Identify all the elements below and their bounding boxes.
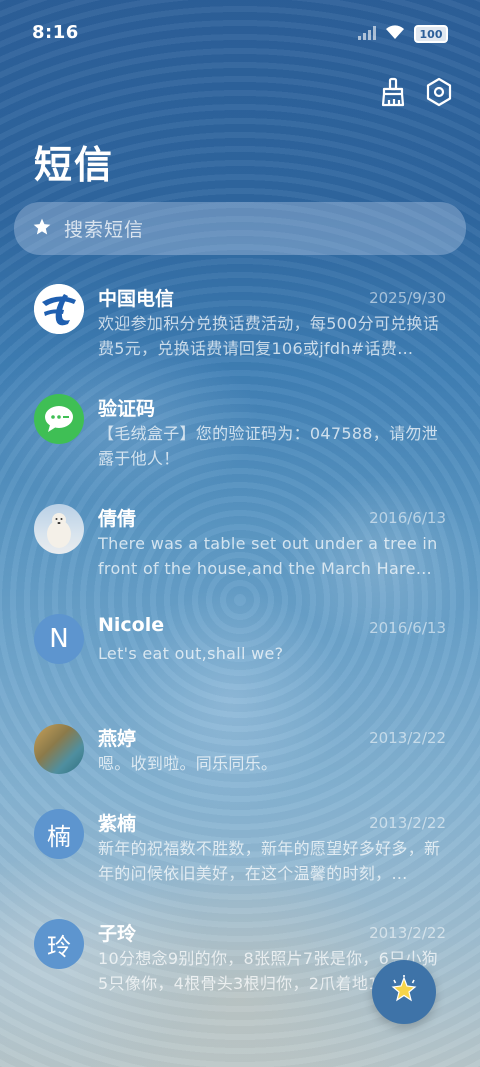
contact-name: 验证码: [98, 398, 156, 420]
contact-name: Nicole: [98, 614, 165, 636]
status-time: 8:16: [32, 22, 79, 43]
message-preview: Let's eat out,shall we?: [98, 644, 284, 663]
wifi-icon: [384, 24, 406, 44]
polar-bear-photo: [34, 504, 84, 554]
message-date: 2013/2/22: [369, 814, 446, 832]
contact-name: 子玲: [98, 923, 137, 945]
avatar-letter: 玲: [34, 919, 84, 969]
message-preview: 新年的祝福数不胜数，新年的愿望好多好多，新年的问候依旧美好，在这个温馨的时刻，…: [98, 839, 441, 883]
message-date: 2025/9/30: [369, 289, 446, 307]
conversation-row[interactable]: 中国电信 2025/9/30 欢迎参加积分兑换话费活动，每500分可兑换话费5元…: [0, 276, 480, 386]
brush-icon: [380, 77, 406, 111]
avatar-letter: N: [34, 614, 84, 664]
status-bar: 8:16 100: [0, 0, 480, 68]
clean-brush-button[interactable]: [378, 77, 408, 111]
sparkle-star-icon: [388, 974, 420, 1010]
contact-name: 紫楠: [98, 813, 137, 835]
message-preview: 嗯。收到啦。同乐同乐。: [98, 754, 278, 773]
conversation-row[interactable]: 倩倩 2016/6/13 There was a table set out u…: [0, 496, 480, 606]
status-icons: 100: [358, 24, 448, 44]
conversation-row[interactable]: 燕婷 2013/2/22 嗯。收到啦。同乐同乐。: [0, 716, 480, 801]
landscape-photo: [34, 724, 84, 774]
message-bubble-icon: [34, 394, 84, 444]
contact-name: 倩倩: [98, 508, 137, 530]
contact-name: 中国电信: [98, 288, 175, 310]
top-toolbar: [378, 77, 454, 111]
settings-button[interactable]: [424, 77, 454, 111]
conversation-list: 中国电信 2025/9/30 欢迎参加积分兑换话费活动，每500分可兑换话费5元…: [0, 276, 480, 1021]
signal-icon: [358, 25, 376, 44]
contact-name: 燕婷: [98, 728, 137, 750]
search-input[interactable]: 搜索短信: [14, 202, 466, 255]
conversation-row[interactable]: N Nicole 2016/6/13 Let's eat out,shall w…: [0, 606, 480, 716]
avatar-letter-text: 楠: [47, 822, 71, 851]
china-telecom-logo-icon: [34, 284, 84, 334]
message-date: 2013/2/22: [369, 729, 446, 747]
gear-icon: [425, 77, 453, 111]
message-date: 2016/6/13: [369, 619, 446, 637]
conversation-row[interactable]: 楠 紫楠 2013/2/22 新年的祝福数不胜数，新年的愿望好多好多，新年的问候…: [0, 801, 480, 911]
message-date: 2016/6/13: [369, 509, 446, 527]
message-preview: 欢迎参加积分兑换话费活动，每500分可兑换话费5元，兑换话费请回复106或jfd…: [98, 314, 440, 358]
page-title: 短信: [34, 143, 115, 187]
message-date: 2013/2/22: [369, 924, 446, 942]
message-preview: There was a table set out under a tree i…: [98, 534, 438, 578]
battery-icon: 100: [414, 25, 448, 43]
conversation-row[interactable]: 验证码 【毛绒盒子】您的验证码为：047588，请勿泄露于他人！: [0, 386, 480, 496]
compose-fab-button[interactable]: [372, 960, 436, 1024]
search-placeholder: 搜索短信: [64, 219, 145, 241]
message-preview: 【毛绒盒子】您的验证码为：047588，请勿泄露于他人！: [98, 424, 438, 468]
avatar-letter-text: N: [49, 624, 69, 654]
star-icon: [32, 217, 52, 241]
avatar-letter-text: 玲: [47, 932, 71, 961]
avatar-letter: 楠: [34, 809, 84, 859]
